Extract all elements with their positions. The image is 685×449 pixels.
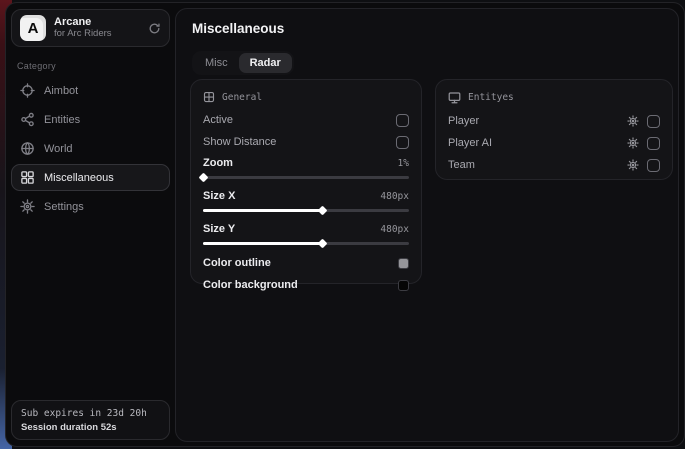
crosshair-icon (20, 83, 35, 98)
network-nodes-icon (20, 112, 35, 127)
entities-rows: Player Player AI (448, 110, 660, 176)
setting-row-zoom: Zoom 1% (203, 153, 409, 182)
general-card-header: General (203, 91, 409, 103)
brand-text: Arcane for Arc Riders (54, 16, 140, 40)
show-distance-checkbox[interactable] (396, 136, 409, 149)
entities-card-header: Entityes (448, 91, 660, 104)
sidebar-nav: Aimbot Entities (11, 77, 170, 220)
entity-row-team: Team (448, 154, 660, 176)
size-x-value: 480px (380, 191, 409, 202)
gear-icon[interactable] (627, 137, 639, 149)
entities-card-title: Entityes (468, 92, 514, 103)
entity-row-player: Player (448, 110, 660, 132)
app-window: A Arcane for Arc Riders Category (5, 2, 685, 447)
app-logo: A (20, 15, 46, 41)
main-panel: Miscellaneous Misc Radar General Active (175, 8, 679, 442)
slider-thumb[interactable] (318, 239, 328, 249)
entity-label: Player AI (448, 137, 492, 149)
setting-label: Size Y (203, 223, 235, 235)
setting-label: Show Distance (203, 136, 276, 148)
setting-label: Size X (203, 190, 235, 202)
zoom-value: 1% (398, 158, 409, 169)
category-label: Category (17, 61, 170, 71)
sidebar-item-label: Aimbot (44, 85, 78, 97)
tab-bar: Misc Radar (192, 51, 294, 75)
general-card: General Active Show Distance Zoom 1% (190, 79, 422, 284)
setting-label: Active (203, 114, 233, 126)
subscription-card: Sub expires in 23d 20h Session duration … (11, 400, 170, 440)
slider-track (203, 242, 409, 245)
color-background-swatch[interactable] (398, 280, 409, 291)
color-outline-swatch[interactable] (398, 258, 409, 269)
slider-thumb[interactable] (318, 206, 328, 216)
gear-icon[interactable] (627, 159, 639, 171)
sidebar-item-miscellaneous[interactable]: Miscellaneous (11, 164, 170, 191)
grid-2x2-icon (203, 91, 215, 103)
sidebar-item-label: Entities (44, 114, 80, 126)
setting-label: Color background (203, 279, 298, 291)
sidebar-item-settings[interactable]: Settings (11, 193, 170, 220)
entity-label: Player (448, 115, 479, 127)
zoom-slider[interactable] (203, 173, 409, 182)
globe-icon (20, 141, 35, 156)
gear-icon (20, 199, 35, 214)
desktop-background: A Arcane for Arc Riders Category (0, 0, 685, 449)
sub-expires-text: Sub expires in 23d 20h (21, 408, 160, 419)
sidebar-item-label: Settings (44, 201, 84, 213)
setting-row-color-background: Color background (203, 274, 409, 296)
entities-card: Entityes Player (435, 79, 673, 180)
setting-row-show-distance: Show Distance (203, 131, 409, 153)
gear-icon[interactable] (627, 115, 639, 127)
tab-misc[interactable]: Misc (194, 53, 239, 73)
slider-thumb[interactable] (199, 173, 209, 183)
setting-row-active: Active (203, 109, 409, 131)
sidebar-item-aimbot[interactable]: Aimbot (11, 77, 170, 104)
team-checkbox[interactable] (647, 159, 660, 172)
player-ai-checkbox[interactable] (647, 137, 660, 150)
slider-fill (203, 242, 322, 245)
tab-radar[interactable]: Radar (239, 53, 292, 73)
setting-label: Color outline (203, 257, 271, 269)
sync-icon[interactable] (148, 22, 161, 35)
size-y-value: 480px (380, 224, 409, 235)
entity-row-player-ai: Player AI (448, 132, 660, 154)
size-y-slider[interactable] (203, 239, 409, 248)
sidebar-item-label: World (44, 143, 73, 155)
size-x-slider[interactable] (203, 206, 409, 215)
slider-fill (203, 209, 322, 212)
monitor-icon (448, 91, 461, 104)
player-checkbox[interactable] (647, 115, 660, 128)
setting-label: Zoom (203, 157, 233, 169)
setting-row-size-y: Size Y 480px (203, 219, 409, 248)
sidebar-item-entities[interactable]: Entities (11, 106, 170, 133)
brand-card: A Arcane for Arc Riders (11, 9, 170, 47)
setting-row-size-x: Size X 480px (203, 186, 409, 215)
sidebar: A Arcane for Arc Riders Category (6, 3, 175, 446)
general-card-title: General (222, 92, 262, 103)
session-duration-text: Session duration 52s (21, 422, 160, 433)
slider-track (203, 176, 409, 179)
setting-row-color-outline: Color outline (203, 252, 409, 274)
sidebar-item-world[interactable]: World (11, 135, 170, 162)
sidebar-footer: Sub expires in 23d 20h Session duration … (11, 400, 170, 440)
slider-track (203, 209, 409, 212)
app-name: Arcane (54, 16, 140, 29)
sidebar-item-label: Miscellaneous (44, 172, 114, 184)
page-title: Miscellaneous (192, 21, 284, 36)
app-subtitle: for Arc Riders (54, 29, 140, 40)
active-checkbox[interactable] (396, 114, 409, 127)
grid-icon (20, 170, 35, 185)
entity-label: Team (448, 159, 475, 171)
